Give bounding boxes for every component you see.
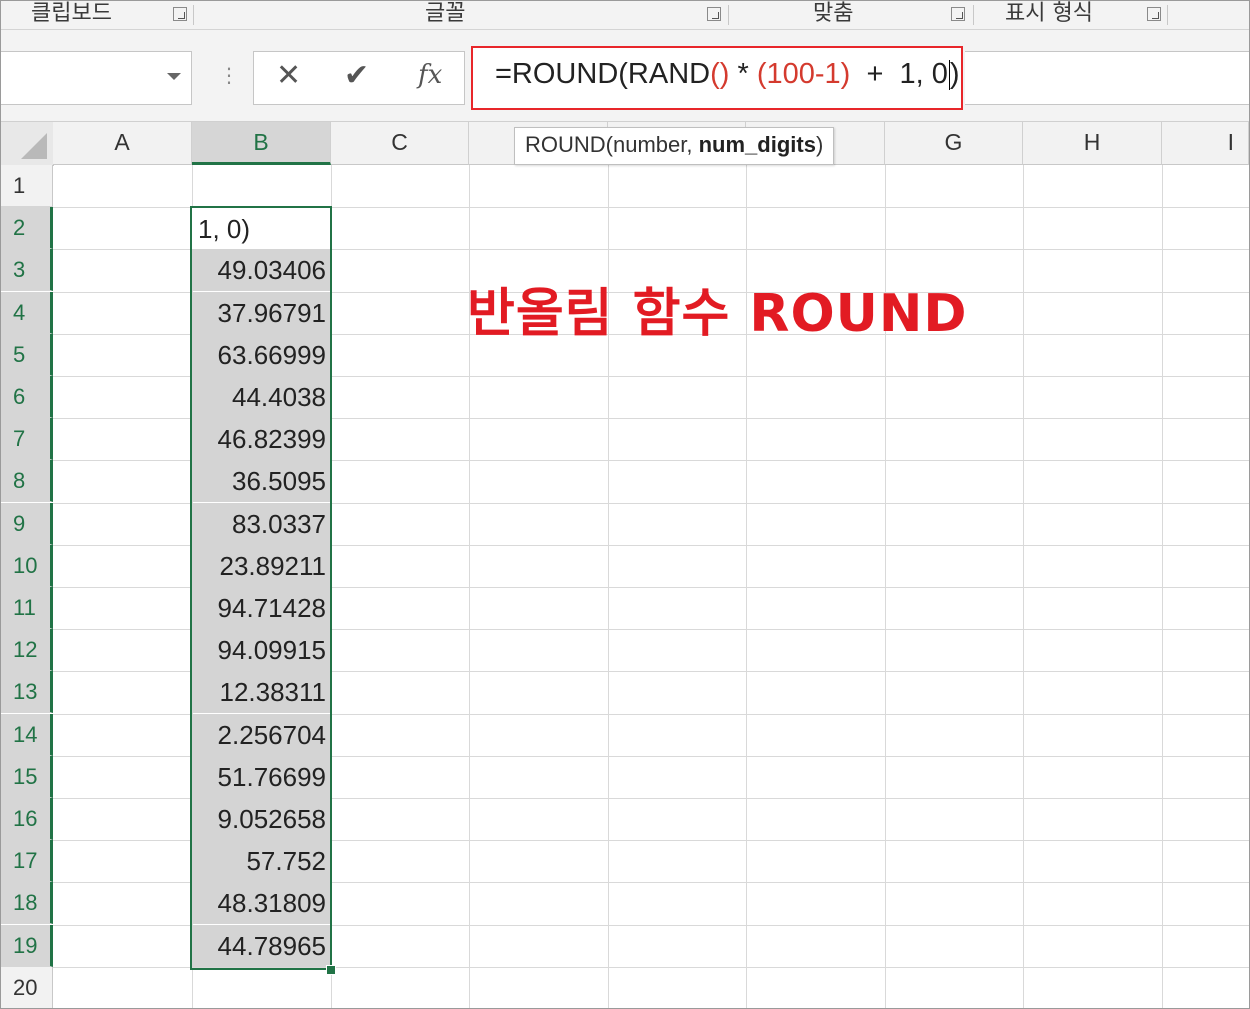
tooltip-current-argument[interactable]: num_digits [699,132,816,157]
name-box-dropdown-icon[interactable] [167,73,181,80]
column-header-c[interactable]: C [331,122,469,165]
cell-b5[interactable]: 63.66999 [192,333,330,376]
cell-b10[interactable]: 23.89211 [192,544,330,587]
formula-input[interactable]: =ROUND(RAND() * (100-1) + 1, 0) [471,46,963,110]
number-format-launcher-icon[interactable] [1147,7,1161,21]
cell-b13[interactable]: 12.38311 [192,671,330,714]
tooltip-close: ) [815,132,824,157]
cell-b7[interactable]: 46.82399 [192,418,330,461]
font-launcher-icon[interactable] [707,7,721,21]
cell-b3[interactable]: 49.03406 [192,249,330,292]
grid-line [53,966,1249,968]
row-header[interactable]: 6 [1,376,53,418]
row-header[interactable]: 12 [1,629,53,672]
function-tooltip[interactable]: ROUND(number, num_digits) [514,127,835,165]
formula-part: ) [949,58,960,90]
ribbon-divider [973,5,974,25]
ribbon-divider [728,5,729,25]
cell-b11[interactable]: 94.71428 [192,587,330,629]
formula-bar-extension[interactable] [965,51,1249,105]
tooltip-signature: ROUND(number, [525,132,699,157]
cell-b15[interactable]: 51.76699 [192,755,330,798]
row-header[interactable]: 4 [1,291,53,334]
clipboard-launcher-icon[interactable] [173,7,187,21]
row-header[interactable]: 8 [1,460,53,503]
row-header[interactable]: 11 [1,587,53,629]
excel-window: 클립보드 글꼴 맞춤 표시 형식 ⋮ ✕ ✔ fx =ROUND(RAND() … [0,0,1250,1009]
row-header[interactable]: 13 [1,671,53,714]
cell-b9[interactable]: 83.0337 [192,502,330,545]
column-header-b[interactable]: B [192,122,331,165]
cell-b19[interactable]: 44.78965 [192,924,330,967]
ribbon-group-font: 글꼴 [425,1,466,26]
row-header[interactable]: 2 [1,207,53,250]
cell-b8[interactable]: 36.5095 [192,460,330,503]
fill-handle[interactable] [326,965,336,975]
row-header[interactable]: 10 [1,544,53,587]
formula-text: =ROUND(RAND() * (100-1) + 1, 0) [495,58,960,91]
cell-b18[interactable]: 48.31809 [192,882,330,925]
column-header-a[interactable]: A [53,122,192,165]
row-header[interactable]: 9 [1,502,53,545]
row-header[interactable]: 1 [1,165,53,207]
column-header-h[interactable]: H [1023,122,1162,165]
formula-buttons: ✕ ✔ fx [253,51,465,105]
formula-bar: ⋮ ✕ ✔ fx =ROUND(RAND() * (100-1) + 1, 0) [1,30,1249,122]
cancel-icon[interactable]: ✕ [276,58,301,93]
row-header[interactable]: 5 [1,333,53,376]
cell-b16[interactable]: 9.052658 [192,798,330,840]
row-header[interactable]: 17 [1,840,53,883]
ribbon-group-alignment: 맞춤 [813,1,854,26]
cell-b4[interactable]: 37.96791 [192,291,330,334]
ribbon-group-clipboard: 클립보드 [31,1,112,26]
row-header[interactable]: 19 [1,924,53,967]
row-header[interactable]: 14 [1,713,53,756]
row-header[interactable]: 3 [1,249,53,292]
ribbon-divider [1167,5,1168,25]
cell-b2[interactable]: 1, 0) [192,208,330,250]
row-header[interactable]: 20 [1,966,53,1008]
formula-part: * [729,58,757,90]
ribbon-group-strip: 클립보드 글꼴 맞춤 표시 형식 [1,1,1249,30]
insert-function-icon[interactable]: fx [418,60,442,90]
formula-part: =ROUND(RAND [495,58,711,90]
annotation-title: 반올림 함수 ROUND [467,284,968,344]
alignment-launcher-icon[interactable] [951,7,965,21]
ribbon-divider [193,5,194,25]
row-header[interactable]: 7 [1,418,53,461]
cell-b14[interactable]: 2.256704 [192,713,330,756]
formula-part-group: (100-1) [756,58,851,90]
cell-b17[interactable]: 57.752 [192,840,330,883]
formula-part: + 1, 0 [850,58,948,90]
select-all-button[interactable] [1,122,54,166]
row-header[interactable]: 16 [1,798,53,840]
name-box[interactable] [1,51,192,105]
ribbon-group-number-format: 표시 형식 [1005,1,1093,26]
cell-b12[interactable]: 94.09915 [192,629,330,672]
enter-check-icon[interactable]: ✔ [344,58,369,93]
column-header-g[interactable]: G [885,122,1023,165]
formula-bar-grip-icon[interactable]: ⋮ [219,65,239,85]
row-header[interactable]: 18 [1,882,53,925]
formula-part-paren: () [710,58,730,90]
row-header[interactable]: 15 [1,755,53,798]
cell-b6[interactable]: 44.4038 [192,376,330,418]
column-header-i[interactable]: I [1162,122,1249,165]
